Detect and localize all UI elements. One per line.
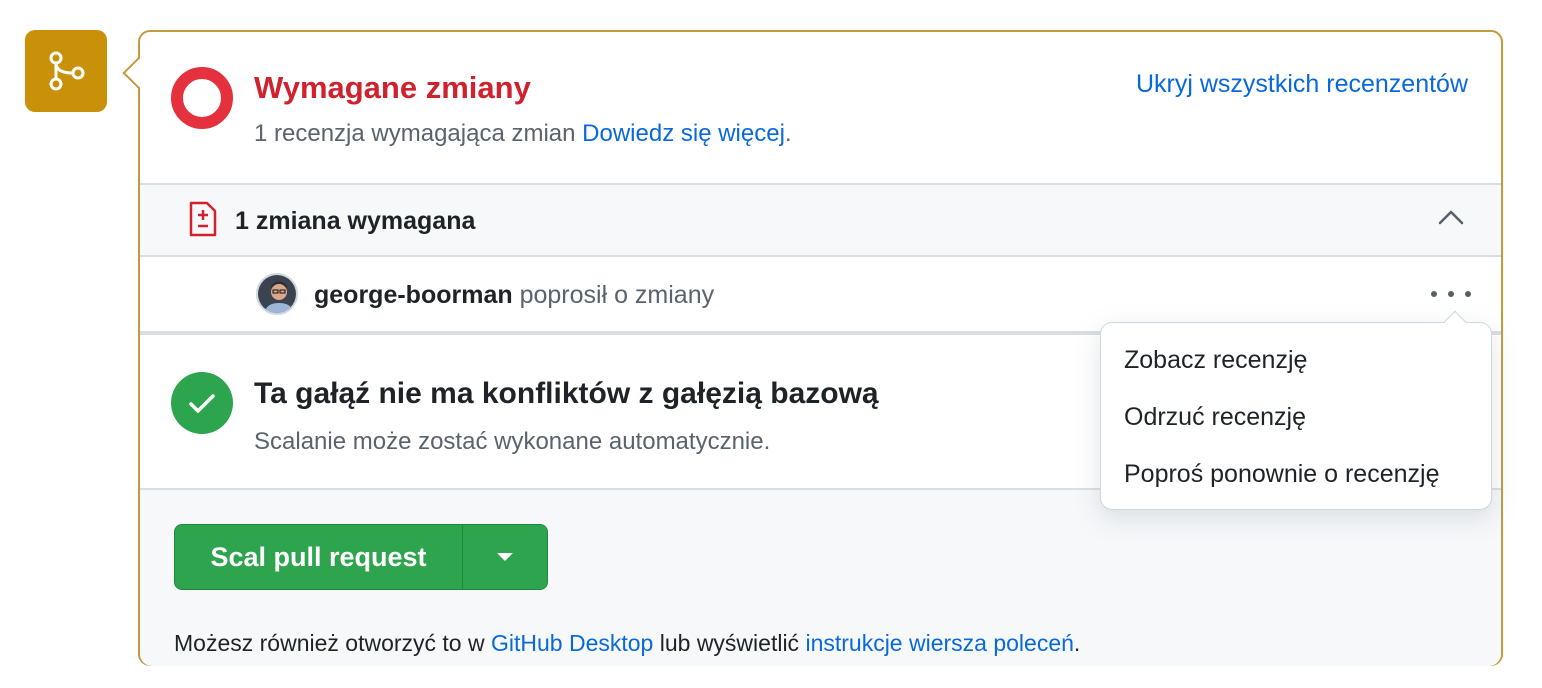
kebab-horizontal-icon[interactable] <box>1431 281 1471 307</box>
menu-item-re-request-review[interactable]: Poproś ponownie o recenzję <box>1124 460 1439 489</box>
chevron-up-icon[interactable] <box>1437 207 1465 227</box>
changes-requested-header[interactable]: 1 zmiana wymagana <box>140 185 1501 257</box>
learn-more-link[interactable]: Dowiedz się więcej <box>582 120 785 147</box>
merge-method-dropdown-button[interactable] <box>463 525 547 589</box>
merge-status-subtitle: Scalanie może zostać wykonane automatycz… <box>254 428 771 455</box>
review-summary-text: 1 recenzja wymagająca zmian <box>254 120 576 147</box>
file-diff-icon <box>189 201 217 237</box>
reviewer-line: george-boorman poprosił o zmiany <box>314 281 714 310</box>
menu-item-view-review[interactable]: Zobacz recenzję <box>1124 346 1307 375</box>
github-desktop-link[interactable]: GitHub Desktop <box>491 630 653 656</box>
menu-item-dismiss-review[interactable]: Odrzuć recenzję <box>1124 403 1306 432</box>
merge-button-group: Scal pull request <box>174 524 548 590</box>
command-line-instructions-link[interactable]: instrukcje wiersza poleceń <box>805 630 1073 656</box>
avatar[interactable] <box>256 273 298 315</box>
triangle-down-icon <box>497 553 513 561</box>
changes-requested-circle-icon <box>171 67 233 129</box>
review-status-summary: 1 recenzja wymagająca zmian Dowiedz się … <box>254 120 792 148</box>
reviewer-action-text: poprosił o zmiany <box>519 281 715 309</box>
merge-pull-request-button[interactable]: Scal pull request <box>175 525 463 589</box>
check-circle-icon <box>171 372 233 434</box>
reviewer-username-link[interactable]: george-boorman <box>314 281 513 309</box>
merge-actions-section: Scal pull request Możesz również otworzy… <box>140 490 1501 666</box>
git-merge-icon <box>25 30 107 112</box>
hide-all-reviewers-link[interactable]: Ukryj wszystkich recenzentów <box>1136 70 1468 99</box>
changes-requested-label: 1 zmiana wymagana <box>235 207 476 235</box>
review-status-section: Wymagane zmiany 1 recenzja wymagająca zm… <box>140 32 1501 185</box>
kebab-dot <box>1465 291 1471 297</box>
alternative-options-text: Możesz również otworzyć to w GitHub Desk… <box>174 630 1080 657</box>
review-actions-menu: Zobacz recenzję Odrzuć recenzję Poproś p… <box>1100 310 1492 510</box>
kebab-dot <box>1448 291 1454 297</box>
kebab-dot <box>1431 291 1437 297</box>
alt-suffix: . <box>1073 630 1081 656</box>
summary-period: . <box>784 120 792 147</box>
merge-box-panel: Wymagane zmiany 1 recenzja wymagająca zm… <box>122 30 1503 666</box>
review-status-title: Wymagane zmiany <box>254 70 531 105</box>
alt-middle: lub wyświetlić <box>659 630 800 656</box>
alt-prefix: Możesz również otworzyć to w <box>174 630 485 656</box>
merge-status-title: Ta gałąź nie ma konfliktów z gałęzią baz… <box>254 377 879 410</box>
